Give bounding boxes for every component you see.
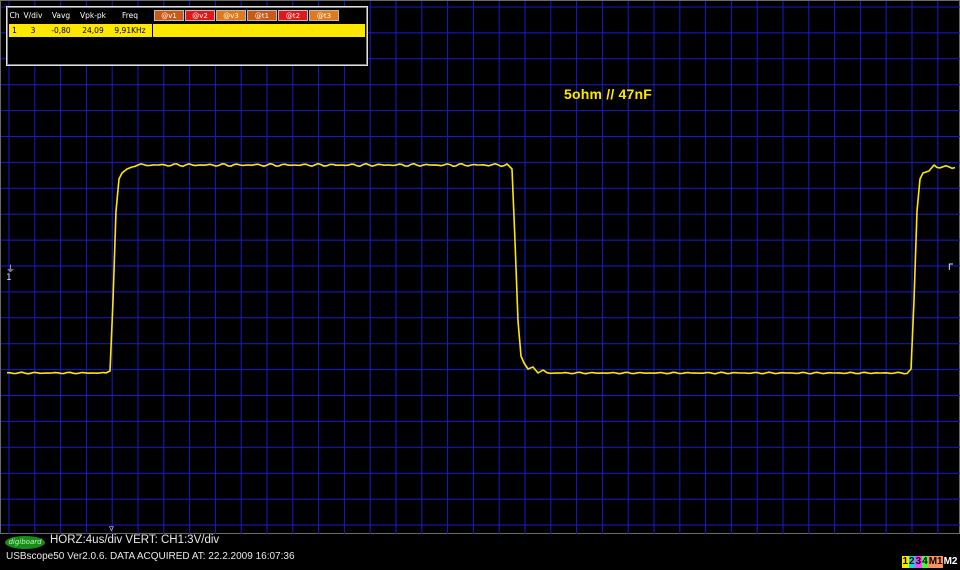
cell-freq: 9,91KHz — [114, 26, 146, 35]
cursor-button-t3[interactable]: @t3 — [309, 10, 339, 21]
acquisition-info-text: USBscope50 Ver2.0.6. DATA ACQUIRED AT: 2… — [6, 551, 295, 562]
cursor-button-t1[interactable]: @t1 — [247, 10, 277, 21]
cursor-button-v1[interactable]: @v1 — [154, 10, 184, 21]
channel-tab-m2[interactable]: M2 — [943, 556, 958, 568]
cursor-button-v3[interactable]: @v3 — [216, 10, 246, 21]
digiboard-logo: digiboard — [5, 536, 45, 549]
header-freq: Freq — [121, 11, 139, 20]
cell-vpkpk: 24,09 — [82, 26, 104, 35]
header-vdiv: V/div — [23, 11, 43, 20]
measurement-header-row: Ch V/div Vavg Vpk-pk Freq @v1 @v2 @v3 @t1 @t… — [9, 10, 339, 21]
scope-display[interactable] — [0, 0, 960, 535]
channel-selector: 1 2 3 4 M1 M2 — [901, 556, 958, 568]
header-ch: Ch — [9, 11, 20, 20]
cell-ch: 1 — [12, 26, 17, 35]
ground-marker-icon[interactable]: ⏚ 1 — [6, 266, 15, 283]
waveform-canvas[interactable] — [1, 1, 960, 535]
channel-1-trace — [6, 162, 956, 375]
header-vpkpk: Vpk-pk — [79, 11, 107, 20]
cursor-button-v2[interactable]: @v2 — [185, 10, 215, 21]
cell-vdiv: 3 — [30, 26, 36, 35]
header-vavg: Vavg — [51, 11, 71, 20]
channel-tab-m1[interactable]: M1 — [928, 556, 944, 568]
trigger-position-marker-icon[interactable]: ▽ — [109, 524, 114, 533]
graticule-grid — [1, 1, 960, 535]
cursor-button-t2[interactable]: @t2 — [278, 10, 308, 21]
waveform-annotation: 5ohm // 47nF — [564, 86, 652, 102]
timebase-settings-text: HORZ:4us/div VERT: CH1:3V/div — [50, 534, 220, 546]
measurement-panel: Ch V/div Vavg Vpk-pk Freq @v1 @v2 @v3 @t1 @t… — [6, 6, 368, 66]
cell-vavg: -0,80 — [51, 26, 71, 35]
measurement-row-ch1[interactable]: 1 3 -0,80 24,09 9,91KHz — [9, 24, 365, 37]
trigger-level-marker-icon[interactable]: ᒥ — [948, 263, 953, 273]
